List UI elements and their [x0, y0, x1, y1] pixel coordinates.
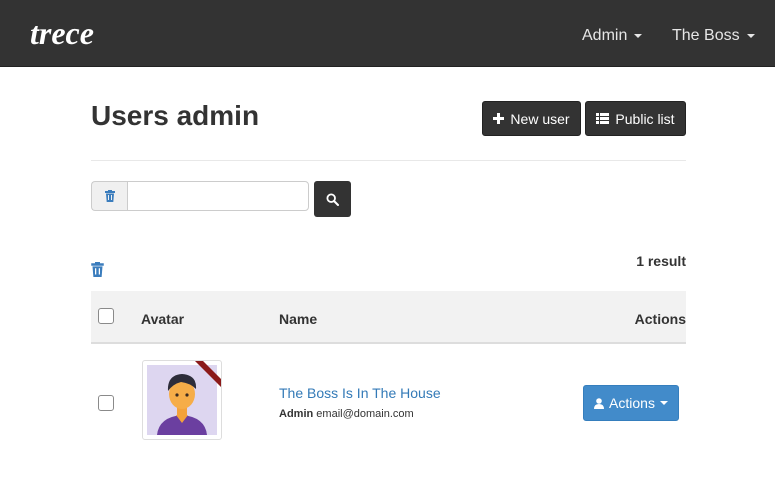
public-list-label: Public list	[615, 110, 675, 127]
new-user-label: New user	[510, 110, 570, 127]
public-list-button[interactable]: Public list	[585, 101, 686, 136]
row-checkbox[interactable]	[98, 395, 114, 411]
table-row: The Boss Is In The House Admin email@dom…	[91, 346, 686, 456]
result-count: 1 result	[636, 253, 686, 269]
page-title: Users admin	[91, 100, 260, 131]
search-button[interactable]	[314, 181, 351, 217]
column-header-name: Name	[279, 311, 318, 327]
search-icon	[326, 192, 339, 206]
top-navbar: trece Admin The Boss	[0, 0, 775, 67]
user-icon	[594, 397, 605, 409]
bulk-delete-button[interactable]	[91, 262, 104, 282]
user-meta: Admin email@domain.com	[279, 408, 414, 420]
admin-menu[interactable]: Admin	[582, 27, 643, 45]
list-icon	[596, 113, 610, 124]
avatar	[142, 360, 222, 440]
trash-icon	[105, 190, 115, 202]
caret-down-icon	[746, 33, 755, 38]
trece-logo[interactable]: trece	[29, 17, 117, 51]
plus-icon	[493, 113, 505, 124]
actions-label: Actions	[609, 395, 655, 411]
new-user-button[interactable]: New user	[482, 101, 581, 136]
actions-dropdown-button[interactable]: Actions	[583, 385, 679, 421]
select-all-checkbox[interactable]	[98, 308, 114, 324]
column-header-avatar: Avatar	[141, 311, 185, 327]
user-name-link[interactable]: The Boss Is In The House	[279, 385, 441, 401]
user-email: email@domain.com	[316, 408, 414, 420]
admin-menu-label: Admin	[582, 27, 628, 44]
caret-down-icon	[634, 33, 643, 38]
header-divider	[91, 160, 686, 161]
user-role: Admin	[279, 408, 314, 420]
logo-text: trece	[30, 17, 94, 51]
user-menu[interactable]: The Boss	[672, 27, 755, 45]
clear-search-button[interactable]	[91, 181, 128, 211]
column-header-actions: Actions	[634, 311, 686, 327]
trash-icon	[91, 262, 104, 277]
user-menu-label: The Boss	[672, 27, 740, 44]
user-avatar-image	[147, 361, 221, 435]
table-header: Avatar Name Actions	[91, 291, 686, 344]
search-input[interactable]	[127, 181, 309, 211]
caret-down-icon	[659, 401, 668, 405]
